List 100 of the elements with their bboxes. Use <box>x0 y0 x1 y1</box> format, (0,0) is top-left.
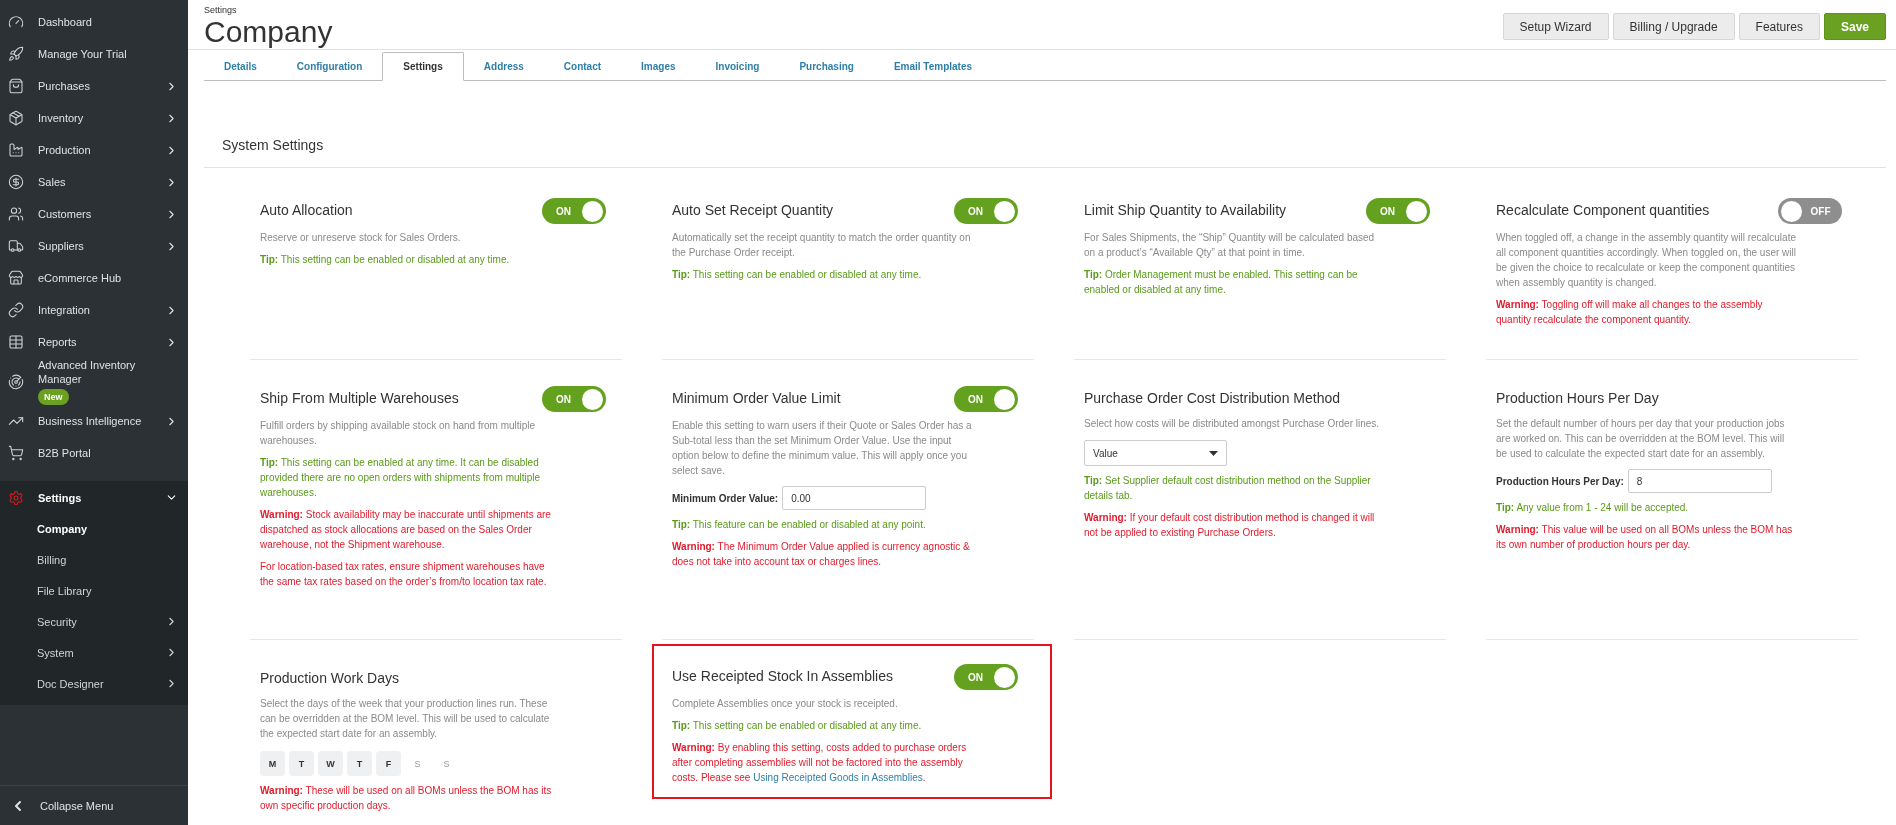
users-icon <box>8 206 24 222</box>
warning-text: Warning: Stock availability may be inaccurate until shipments are dispatched as stock allocations are based on the Sales Order warehouse, not the Shipment warehouse. <box>260 508 552 552</box>
setting-description: Reserve or unreserve stock for Sales Orders. <box>260 231 462 245</box>
page-title: Company <box>204 15 333 49</box>
nav-item[interactable]: Business Intelligence <box>0 405 188 437</box>
tab[interactable]: Address <box>463 52 544 80</box>
setting-description: Fulfill orders by shipping available stock on hand from multiple warehouses. <box>260 419 537 448</box>
gauge-icon <box>8 14 24 30</box>
tip-text: Tip: Any value from 1 - 24 will be accepted. <box>1496 501 1690 515</box>
setting-title: Production Hours Per Day <box>1496 389 1659 408</box>
section-title: System Settings <box>204 137 1886 168</box>
setting-description: Select how costs will be distributed amongst Purchase Order lines. <box>1084 417 1381 431</box>
nav-item[interactable]: Manage Your Trial <box>0 38 188 70</box>
rocket-icon <box>8 46 24 62</box>
nav-subitem[interactable]: Company <box>0 513 188 544</box>
warning-text: Warning: These will be used on all BOMs unless the BOM has its own specific production days. <box>260 784 553 813</box>
tab[interactable]: Settings <box>382 52 464 81</box>
setting-description: Complete Assemblies once your stock is receipted. <box>672 697 899 711</box>
help-link[interactable]: Using Receipted Goods in Assemblies <box>753 772 923 783</box>
nav-subitem[interactable]: Billing <box>0 544 188 575</box>
nav-item[interactable]: Reports <box>0 326 188 358</box>
nav-item[interactable]: Integration <box>0 294 188 326</box>
tab[interactable]: Purchasing <box>779 52 874 80</box>
nav-item[interactable]: Sales <box>0 166 188 198</box>
day-toggle[interactable]: M <box>260 751 285 776</box>
setting-title: Purchase Order Cost Distribution Method <box>1084 389 1340 408</box>
nav-item[interactable]: Customers <box>0 198 188 230</box>
box-icon <box>8 110 24 126</box>
setting-description: Automatically set the receipt quantity to match the order quantity on the Purchase Order receipt. <box>672 231 972 260</box>
day-toggle[interactable]: T <box>347 751 372 776</box>
nav-subitem[interactable]: Doc Designer <box>0 668 188 699</box>
setting-description: When toggled off, a change in the assembly quantity will recalculate all component quantities accordingly. When toggled on, the user will be given the choice to recalculate or keep the component quantities when assembly quantity is changed. <box>1496 231 1796 290</box>
header-button[interactable]: Billing / Upgrade <box>1612 13 1735 40</box>
setting-description: Enable this setting to warn users if their Quote or Sales Order has a Sub-total less than the set Minimum Order Value. Use the input option below to define the minimum value. This will apply once you select save. <box>672 419 972 478</box>
input-field[interactable]: 0.00 <box>782 486 927 510</box>
tab[interactable]: Contact <box>543 52 622 80</box>
caret-icon <box>1209 450 1218 456</box>
setting-title: Ship From Multiple Warehouses <box>260 389 459 408</box>
tab[interactable]: Images <box>621 52 696 80</box>
setting-description: For Sales Shipments, the “Ship” Quantity will be calculated based on a product’s “Available Qty” at that point in time. <box>1084 231 1376 260</box>
tab[interactable]: Invoicing <box>695 52 780 80</box>
nav-item[interactable]: eCommerce Hub <box>0 262 188 294</box>
tip-text: Tip: This setting can be enabled or disabled at any time. <box>672 268 923 282</box>
new-badge: New <box>38 389 69 405</box>
setting-description: Set the default number of hours per day that your production jobs are worked on. This can be overridden at the BOM level. This will be used to calculate the expected start date for an assembly. <box>1496 417 1786 461</box>
settings-icon <box>8 489 24 506</box>
setting-description: Select the days of the week that your production lines run. These can be overridden at the BOM level. This will be used to calculate the expected start date for an assembly. <box>260 697 551 741</box>
dropdown[interactable]: Value <box>1084 440 1227 466</box>
link-icon <box>8 302 24 318</box>
collapse-menu[interactable]: Collapse Menu <box>0 785 188 825</box>
breadcrumb: Settings <box>204 5 238 15</box>
setting-title: Recalculate Component quantities <box>1496 201 1710 220</box>
nav-item[interactable]: Inventory <box>0 102 188 134</box>
tip-text: Tip: This setting can be enabled or disabled at any time. <box>672 719 923 733</box>
field-label: Production Hours Per Day: <box>1496 475 1624 487</box>
truck-icon <box>8 238 24 254</box>
nav-item[interactable]: B2B Portal <box>0 437 188 469</box>
tip-text: Tip: Set Supplier default cost distribution method on the Supplier details tab. <box>1084 474 1372 503</box>
day-toggle[interactable]: F <box>376 751 401 776</box>
cart-icon <box>8 445 24 461</box>
tab[interactable]: Email Templates <box>873 52 993 80</box>
nav-subitem[interactable]: File Library <box>0 575 188 606</box>
store-icon <box>8 270 24 286</box>
nav-item[interactable]: Advanced Inventory Manager New <box>0 358 188 405</box>
table-icon <box>8 334 24 350</box>
warning-text: Warning: The Minimum Order Value applied is currency agnostic & does not take into account tax or charges lines. <box>672 540 971 569</box>
tip-text: Tip: This setting can be enabled at any time. It can be disabled provided there are no open orders with shipments from multiple warehouses. <box>260 456 542 500</box>
tab[interactable]: Details <box>204 52 277 80</box>
setting-title: Auto Set Receipt Quantity <box>672 201 834 220</box>
header-button[interactable]: Features <box>1738 13 1820 40</box>
dollar-icon <box>8 174 24 190</box>
nav-subitem[interactable]: Security <box>0 606 188 637</box>
warning-text: Warning: This value will be used on all BOMs unless the BOM has its own number of production hours per day. <box>1496 523 1794 552</box>
tab[interactable]: Configuration <box>276 52 383 80</box>
nav-subitem[interactable]: System <box>0 637 188 668</box>
setting-title: Limit Ship Quantity to Availability <box>1084 201 1287 220</box>
tip-text: Tip: Order Management must be enabled. This setting can be enabled or disabled at any time. <box>1084 268 1359 297</box>
warning-text: For location-based tax rates, ensure shipment warehouses have the same tax rates based on the order’s from/to location tax rate. <box>260 560 548 589</box>
tip-text: Tip: This setting can be enabled or disabled at any time. <box>260 253 511 267</box>
tip-text: Tip: This feature can be enabled or disabled at any point. <box>672 518 927 532</box>
setting-title: Production Work Days <box>260 669 399 688</box>
nav-item[interactable]: Purchases <box>0 70 188 102</box>
warning-text: Warning: If your default cost distribution method is changed it will not be applied to existing Purchase Orders. <box>1084 511 1376 540</box>
nav-item[interactable]: Dashboard <box>0 6 188 38</box>
factory-icon <box>8 142 24 158</box>
header-button[interactable]: Setup Wizard <box>1502 13 1609 40</box>
setting-title: Use Receipted Stock In Assemblies <box>672 667 893 686</box>
warning-text: Warning: By enabling this setting, costs added to purchase orders after completing assemblies will not be factored into the assembly costs. Please see Using Receipted Goods in Assemblies. <box>672 741 968 785</box>
warning-text: Warning: Toggling off will make all changes to the assembly quantity recalculate the component quantity. <box>1496 298 1764 327</box>
input-field[interactable]: 8 <box>1627 469 1772 493</box>
nav-item[interactable]: Suppliers <box>0 230 188 262</box>
radar-icon <box>8 373 24 390</box>
day-toggle[interactable]: T <box>289 751 314 776</box>
nav-item[interactable]: Settings <box>0 481 188 513</box>
bag-icon <box>8 78 24 94</box>
nav-item[interactable]: Production <box>0 134 188 166</box>
setting-title: Auto Allocation <box>260 201 353 220</box>
day-toggle[interactable]: W <box>318 751 343 776</box>
field-label: Minimum Order Value: <box>672 492 779 504</box>
setting-title: Minimum Order Value Limit <box>672 389 841 408</box>
